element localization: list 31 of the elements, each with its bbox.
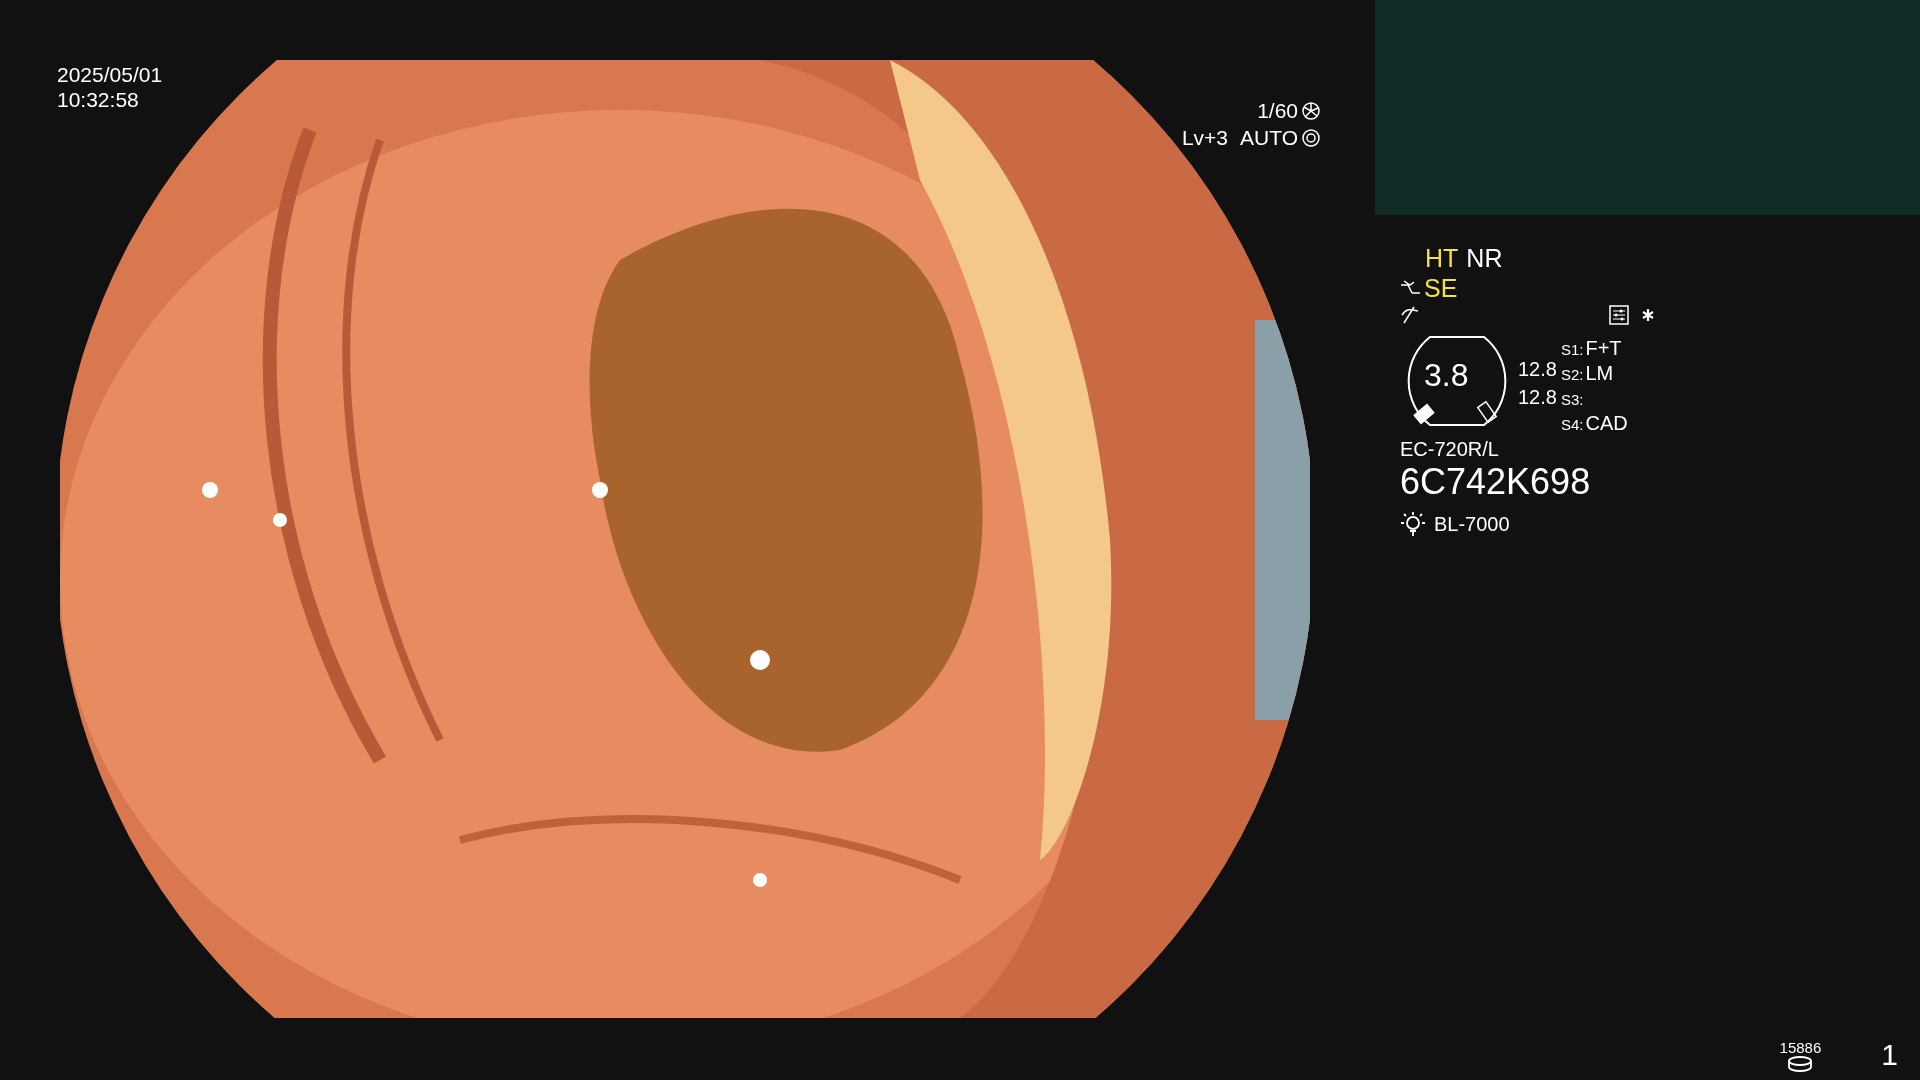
time-text: 10:32:58 — [57, 87, 140, 112]
zoom-value: 3.8 — [1424, 356, 1469, 395]
image-counter: 15886 — [1779, 1039, 1822, 1056]
switch-value: CAD — [1585, 411, 1628, 435]
switch-value: LM — [1585, 361, 1614, 385]
scope-model: EC-720R/L — [1400, 437, 1500, 461]
image-mode: NR — [1466, 243, 1503, 273]
shutter-text: 1/60 — [1257, 98, 1298, 123]
date-text: 2025/05/01 — [57, 62, 163, 87]
light-source: BL-7000 — [1434, 512, 1510, 536]
switch-label: S4: — [1560, 415, 1584, 435]
image-mode: HT — [1425, 243, 1459, 273]
switch-label: S1: — [1560, 340, 1584, 360]
enhancement-mode: SE — [1424, 273, 1458, 303]
iris-text: AUTO — [1240, 125, 1298, 150]
zoom-reading: 12.8 — [1518, 357, 1557, 381]
curve-icon — [1400, 279, 1422, 297]
zoom-reading: 12.8 — [1518, 385, 1557, 409]
sliders-icon — [1609, 305, 1629, 325]
switch-label: S3: — [1560, 390, 1584, 410]
level-text: Lv+3 — [1181, 125, 1229, 150]
page-number: 1 — [1881, 1038, 1898, 1072]
scope-serial: 6C742K698 — [1400, 461, 1592, 503]
shutter-icon — [1302, 101, 1320, 120]
switch-label: S2: — [1560, 365, 1584, 385]
switch-value: F+T — [1585, 336, 1622, 360]
asterisk-icon — [1641, 308, 1655, 322]
light-bulb-icon — [1400, 511, 1426, 537]
storage-icon — [1787, 1056, 1814, 1072]
wave-icon — [1400, 305, 1420, 325]
iris-icon — [1302, 128, 1320, 147]
